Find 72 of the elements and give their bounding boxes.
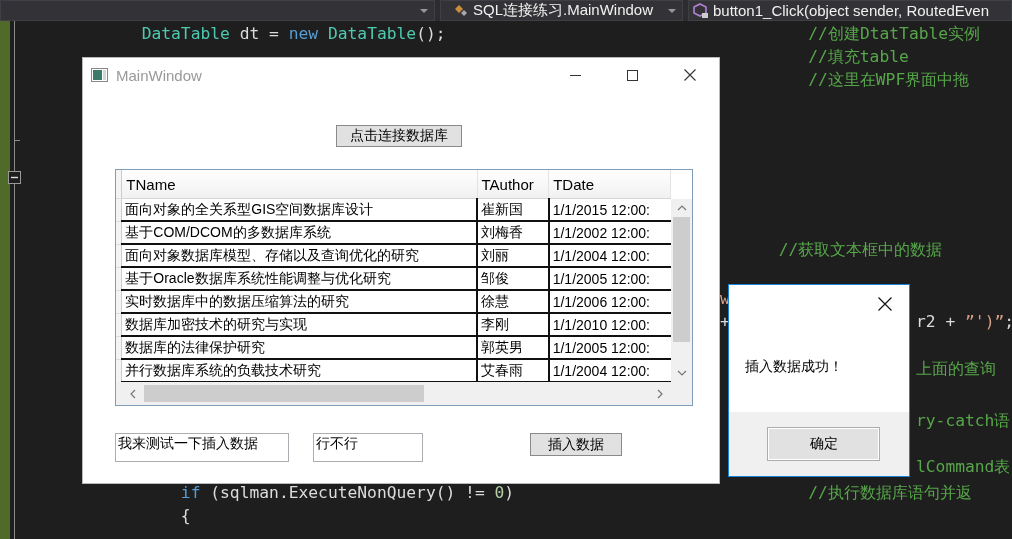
code-text: ; xyxy=(1004,312,1012,331)
window-title: MainWindow xyxy=(116,66,202,84)
code-comment: 上面的查询 xyxy=(916,359,996,378)
caret-icon xyxy=(668,8,676,13)
table-cell: 基于COM/DCOM的多数据库系统 xyxy=(121,221,477,244)
ok-button[interactable]: 确定 xyxy=(767,427,880,461)
collapse-icon[interactable] xyxy=(8,171,21,184)
table-cell: 数据库加密技术的研究与实现 xyxy=(121,313,477,336)
dialog-message: 插入数据成功！ xyxy=(745,358,843,376)
method-icon xyxy=(693,2,709,19)
scroll-down-icon[interactable] xyxy=(676,370,687,376)
code-text: (); xyxy=(416,24,446,43)
code-comment: //获取文本框中的数据 xyxy=(778,240,943,259)
minimize-icon xyxy=(570,74,581,76)
table-cell: 刘丽 xyxy=(477,244,549,267)
table-cell: 面向对象数据库模型、存储以及查询优化的研究 xyxy=(121,244,477,267)
table-cell: 1/1/2005 12:00: xyxy=(548,267,671,290)
code-text: ”')” xyxy=(965,312,1005,331)
code-comment: //这里在WPF界面中拖 xyxy=(808,70,970,89)
dropdown[interactable]: SQL连接练习.MainWindow xyxy=(440,0,683,21)
code-text: ) xyxy=(504,483,515,502)
code-text: + xyxy=(719,312,730,331)
table-cell: 邹俊 xyxy=(477,267,549,290)
table-cell: 数据库的法律保护研究 xyxy=(121,336,477,359)
code-comment: lCommand表 xyxy=(916,457,1011,476)
table-cell: 郭英男 xyxy=(477,336,549,359)
horizontal-scrollbar[interactable] xyxy=(116,382,671,405)
connect-button[interactable]: 点击连接数据库 xyxy=(336,125,462,147)
code-comment: //执行数据库语句并返 xyxy=(808,483,972,502)
table-cell: 1/1/2010 12:00: xyxy=(548,313,671,336)
table-cell: 基于Oracle数据库系统性能调整与优化研究 xyxy=(121,267,477,290)
scroll-left-icon[interactable] xyxy=(130,388,136,399)
insert-button[interactable]: 插入数据 xyxy=(530,433,622,456)
maximize-icon xyxy=(627,69,638,81)
column-header[interactable]: TAuthor xyxy=(477,170,549,199)
code-comment: //创建DtatTable实例 xyxy=(808,24,981,43)
table-cell: 刘梅香 xyxy=(477,221,549,244)
caret-icon xyxy=(420,8,428,13)
code-comment: //填充table xyxy=(808,47,909,66)
table-cell: 崔新国 xyxy=(477,198,549,221)
column-header[interactable]: TDate xyxy=(548,170,671,199)
code-text: DataTable xyxy=(327,24,417,43)
code-text: (sqlman.ExecuteNonQuery() != xyxy=(210,483,486,502)
code-text: { xyxy=(180,506,191,525)
scroll-right-icon[interactable] xyxy=(657,388,663,399)
scroll-thumb[interactable] xyxy=(144,385,424,402)
code-text: dt = xyxy=(239,24,280,43)
scroll-up-icon[interactable] xyxy=(676,205,687,211)
table-cell: 徐慧 xyxy=(477,290,549,313)
scroll-thumb[interactable] xyxy=(673,217,690,342)
table-cell: 1/1/2005 12:00: xyxy=(548,336,671,359)
code-text: DataTable xyxy=(141,24,230,43)
input-field[interactable]: 行不行 xyxy=(313,433,423,462)
code-text: if xyxy=(180,483,201,502)
table-cell: 1/1/2015 12:00: xyxy=(548,198,671,221)
code-comment: ry-catch语 xyxy=(916,411,1011,430)
code-text: new xyxy=(288,24,319,43)
column-header[interactable]: TName xyxy=(121,170,477,199)
table-cell: 1/1/2006 12:00: xyxy=(548,290,671,313)
dropdown[interactable]: button1_Click(object sender, RoutedEven xyxy=(688,0,1012,21)
input-field[interactable]: 我来测试一下插入数据 xyxy=(115,433,289,462)
table-cell: 实时数据库中的数据压缩算法的研究 xyxy=(121,290,477,313)
table-cell: 1/1/2004 12:00: xyxy=(548,244,671,267)
class-icon xyxy=(453,2,469,19)
table-cell: 1/1/2002 12:00: xyxy=(548,221,671,244)
table-cell: 面向对象的全关系型GIS空间数据库设计 xyxy=(121,198,477,221)
close-icon xyxy=(683,69,696,81)
close-icon[interactable] xyxy=(878,296,892,311)
table-cell: 李刚 xyxy=(477,313,549,336)
code-text: 0 xyxy=(494,483,505,502)
window-icon xyxy=(91,68,108,82)
code-text: r2 + xyxy=(916,312,957,331)
